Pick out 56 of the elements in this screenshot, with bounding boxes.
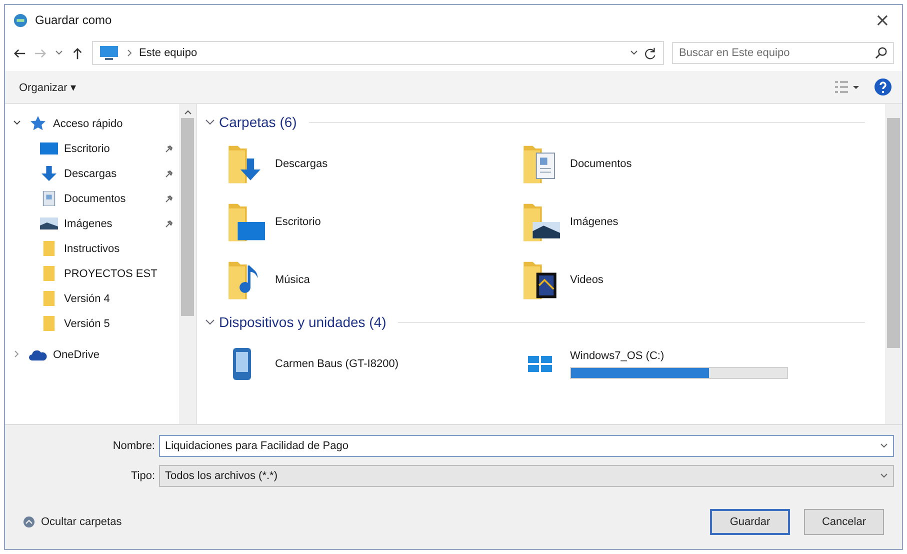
tree-item[interactable]: Escritorio bbox=[64, 142, 110, 154]
item-label[interactable]: Música bbox=[275, 274, 310, 286]
group-heading: Dispositivos y unidades (4) bbox=[219, 314, 386, 330]
scrollbar[interactable] bbox=[179, 104, 196, 424]
field-label: Nombre: bbox=[112, 440, 155, 452]
item-label[interactable]: Imágenes bbox=[570, 216, 618, 228]
collapse-chevron-icon[interactable] bbox=[205, 318, 215, 326]
save-button[interactable]: Guardar bbox=[710, 509, 790, 535]
dropdown-caret-icon[interactable] bbox=[630, 49, 638, 57]
file-name-field[interactable]: Liquidaciones para Facilidad de Pago bbox=[159, 435, 894, 457]
picture-icon bbox=[40, 216, 58, 231]
computer-icon bbox=[99, 45, 119, 61]
download-arrow-icon bbox=[40, 166, 58, 181]
tree-item[interactable]: Versión 5 bbox=[64, 318, 110, 330]
tree-item[interactable]: Descargas bbox=[64, 168, 117, 180]
tree-item[interactable]: PROYECTOS EST bbox=[64, 268, 158, 280]
dropdown-caret-icon[interactable] bbox=[880, 442, 888, 450]
item-label[interactable]: Descargas bbox=[275, 158, 328, 170]
collapse-chevron-icon[interactable] bbox=[205, 118, 215, 126]
path-text: Este equipo bbox=[139, 47, 198, 59]
file-type-dropdown[interactable]: Todos los archivos (*.*) bbox=[159, 465, 894, 487]
tree-item[interactable]: Versión 4 bbox=[64, 292, 110, 304]
item-label[interactable]: Videos bbox=[570, 274, 604, 286]
star-icon bbox=[29, 116, 47, 131]
item-label[interactable]: Carmen Baus (GT-I8200) bbox=[275, 358, 398, 370]
app-icon bbox=[13, 12, 28, 28]
tree-item[interactable]: Acceso rápido bbox=[53, 118, 123, 130]
tree-item[interactable]: Imágenes bbox=[64, 218, 112, 230]
field-label: Tipo: bbox=[130, 470, 155, 482]
hide-folders-button[interactable]: Ocultar carpetas bbox=[19, 514, 126, 530]
refresh-icon[interactable] bbox=[644, 46, 657, 60]
cancel-button[interactable]: Cancelar bbox=[804, 509, 884, 535]
dropdown-caret-icon[interactable] bbox=[55, 49, 63, 57]
chevron-icon bbox=[125, 49, 133, 57]
help-icon[interactable] bbox=[874, 78, 892, 96]
window-title: Guardar como bbox=[35, 13, 112, 27]
back-arrow-icon[interactable] bbox=[13, 46, 26, 60]
collapse-circle-icon bbox=[23, 516, 35, 528]
search-icon bbox=[875, 46, 888, 59]
dropdown-caret-icon[interactable] bbox=[880, 472, 888, 480]
tree-item[interactable]: OneDrive bbox=[53, 348, 100, 360]
view-options-icon[interactable] bbox=[834, 80, 860, 94]
item-label[interactable]: Escritorio bbox=[275, 216, 321, 228]
document-icon bbox=[40, 191, 58, 206]
desktop-icon bbox=[40, 141, 58, 156]
tree-item[interactable]: Instructivos bbox=[64, 242, 120, 254]
organize-button[interactable]: Organizar ▾ bbox=[15, 78, 80, 96]
close-button[interactable]: × bbox=[870, 10, 894, 30]
scrollbar[interactable] bbox=[885, 104, 902, 424]
up-arrow-icon[interactable] bbox=[71, 46, 84, 60]
search-field[interactable]: Buscar en Este equipo bbox=[672, 42, 894, 64]
group-heading: Carpetas (6) bbox=[219, 114, 297, 130]
drive-label[interactable]: Windows7_OS (C:) bbox=[570, 350, 788, 362]
address-bar[interactable]: Este equipo bbox=[92, 41, 664, 65]
item-label[interactable]: Documentos bbox=[570, 158, 632, 170]
tree-item[interactable]: Documentos bbox=[64, 192, 126, 204]
